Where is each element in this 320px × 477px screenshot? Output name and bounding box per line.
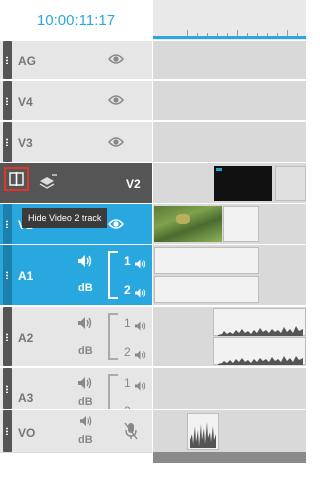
channel-1-label[interactable]: 1 [124,376,131,390]
mic-muted-icon[interactable] [124,422,138,445]
video-thumbnail[interactable] [154,206,222,242]
audio-clip[interactable] [187,413,219,450]
layers-icon[interactable] [38,173,58,194]
track-split-icon [9,172,24,191]
track-lane-ag[interactable] [153,41,306,79]
waveform [190,422,216,448]
horizontal-scrollbar[interactable] [153,452,306,463]
channel-bracket [108,313,118,360]
track-header-a1[interactable]: A1 dB 1 2 [0,245,152,305]
channel-bracket [108,251,118,299]
channel-1-label[interactable]: 1 [124,316,131,330]
track-label: AG [18,54,36,68]
track-label: V4 [18,95,33,109]
track-lane-v1[interactable] [153,204,306,244]
drag-handle-icon[interactable] [3,122,12,162]
db-label[interactable]: dB [78,396,93,408]
drag-handle-icon[interactable] [3,368,12,409]
eye-icon[interactable] [108,53,124,65]
track-lane-a2[interactable] [153,307,306,366]
clip-marker [216,168,222,171]
channel-2-label[interactable]: 2 [124,283,131,297]
video-clip[interactable] [214,166,272,201]
drag-handle-icon[interactable] [3,307,12,366]
drag-handle-icon[interactable] [3,204,12,244]
speaker-icon[interactable] [77,316,93,335]
video-clip[interactable] [223,206,259,242]
speaker-icon[interactable] [135,318,146,336]
drag-handle-icon[interactable] [3,81,12,120]
audio-clip[interactable] [213,337,306,365]
track-lane-a3[interactable] [153,368,306,409]
track-header-v2[interactable]: V2 [0,163,152,203]
timeline-ruler[interactable] [153,0,306,40]
track-header-a2[interactable]: A2 dB 1 2 [0,307,152,366]
track-header-a3[interactable]: A3 dB 1 2 [0,368,152,409]
track-header-vo[interactable]: VO dB [0,410,152,452]
track-header-ag[interactable]: AG [0,41,152,79]
track-label: A1 [18,269,34,283]
track-lane-v4[interactable] [153,81,306,120]
timecode-display: 10:00:11:17 [36,11,116,29]
track-header-v3[interactable]: V3 [0,122,152,162]
track-label: V2 [126,177,141,191]
db-label[interactable]: dB [78,282,93,294]
track-list-footer [0,452,152,477]
waveform [218,356,303,365]
drag-handle-icon[interactable] [3,245,12,305]
track-header-v4[interactable]: V4 [0,81,152,120]
drag-handle-icon[interactable] [3,410,12,452]
drag-handle-icon[interactable] [3,41,12,79]
speaker-icon[interactable] [135,347,146,365]
db-label[interactable]: dB [78,434,93,446]
eye-icon[interactable] [108,136,124,148]
speaker-icon[interactable] [79,414,93,432]
playhead-range-bar [153,36,306,39]
eye-icon[interactable] [108,94,124,106]
audio-clip[interactable] [213,308,306,336]
track-lane-v2[interactable] [153,163,306,203]
audio-clip[interactable] [154,276,259,303]
speaker-icon[interactable] [77,254,93,273]
video-clip[interactable] [275,166,306,201]
eye-icon[interactable] [108,218,124,230]
channel-2-label[interactable]: 2 [124,405,148,409]
db-label[interactable]: dB [78,345,93,357]
speaker-icon[interactable] [77,376,93,395]
track-lane-v3[interactable] [153,122,306,162]
speaker-icon[interactable] [135,378,146,396]
audio-clip[interactable] [154,247,259,274]
track-label: A2 [18,331,34,345]
channel-bracket [108,374,118,409]
channel-2-label[interactable]: 2 [124,345,131,359]
track-lane-a1[interactable] [153,245,306,305]
thumbnail-detail [176,214,190,224]
speaker-icon[interactable] [135,256,146,274]
track-label: VO [18,426,36,440]
waveform [218,326,303,336]
channel-1-label[interactable]: 1 [124,254,131,268]
hide-track-button[interactable] [4,167,29,191]
track-label: V3 [18,136,33,150]
track-lane-vo[interactable] [153,410,306,452]
speaker-icon[interactable] [135,285,146,303]
track-label: A3 [18,391,34,405]
tooltip: Hide Video 2 track [22,208,108,228]
channel-2-row: 2 [124,405,148,409]
